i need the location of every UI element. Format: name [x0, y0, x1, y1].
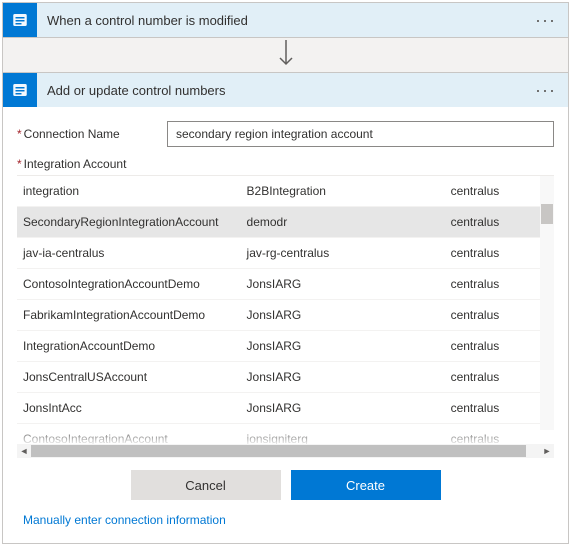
action-menu-icon[interactable]: ··· [531, 83, 560, 97]
vertical-scrollbar-thumb[interactable] [541, 204, 553, 224]
cell-resource-group: JonsIARG [243, 300, 447, 331]
cell-location: centralus [447, 269, 554, 300]
table-row[interactable]: JonsCentralUSAccountJonsIARGcentralus [17, 362, 554, 393]
integration-account-table-wrap: integrationB2BIntegrationcentralusSecond… [17, 175, 554, 458]
cell-resource-group: JonsIARG [243, 362, 447, 393]
cell-name: JonsIntAcc [17, 393, 243, 424]
cell-location: centralus [447, 238, 554, 269]
cell-resource-group: jonsigniterg [243, 424, 447, 445]
cell-location: centralus [447, 424, 554, 445]
action-connector-icon [3, 73, 37, 107]
connection-name-label: *Connection Name [17, 127, 167, 141]
action-title: Add or update control numbers [47, 83, 531, 98]
link-row: Manually enter connection information [17, 510, 554, 533]
action-header[interactable]: Add or update control numbers ··· [3, 73, 568, 107]
create-button[interactable]: Create [291, 470, 441, 500]
cell-name: FabrikamIntegrationAccountDemo [17, 300, 243, 331]
trigger-card: When a control number is modified ··· [2, 2, 569, 38]
trigger-connector-icon [3, 3, 37, 37]
button-row: Cancel Create [17, 458, 554, 510]
cell-name: ContosoIntegrationAccount [17, 424, 243, 445]
integration-account-picker[interactable]: integrationB2BIntegrationcentralusSecond… [17, 176, 554, 444]
cell-name: JonsCentralUSAccount [17, 362, 243, 393]
table-row[interactable]: jav-ia-centralusjav-rg-centraluscentralu… [17, 238, 554, 269]
horizontal-scrollbar-thumb[interactable] [31, 445, 526, 457]
table-row[interactable]: IntegrationAccountDemoJonsIARGcentralus [17, 331, 554, 362]
cell-resource-group: JonsIARG [243, 269, 447, 300]
trigger-menu-icon[interactable]: ··· [531, 13, 560, 27]
action-card: Add or update control numbers ··· *Conne… [2, 72, 569, 544]
integration-account-table: integrationB2BIntegrationcentralusSecond… [17, 176, 554, 444]
scroll-right-icon[interactable]: ► [540, 444, 554, 458]
integration-account-label: *Integration Account [17, 157, 554, 171]
cell-location: centralus [447, 300, 554, 331]
vertical-scrollbar[interactable] [540, 176, 554, 430]
cell-resource-group: B2BIntegration [243, 176, 447, 207]
table-row[interactable]: SecondaryRegionIntegrationAccountdemodrc… [17, 207, 554, 238]
flow-connector [2, 38, 569, 72]
cell-name: integration [17, 176, 243, 207]
cell-location: centralus [447, 362, 554, 393]
cell-location: centralus [447, 207, 554, 238]
cancel-button[interactable]: Cancel [131, 470, 281, 500]
cell-name: SecondaryRegionIntegrationAccount [17, 207, 243, 238]
table-row[interactable]: FabrikamIntegrationAccountDemoJonsIARGce… [17, 300, 554, 331]
table-row[interactable]: integrationB2BIntegrationcentralus [17, 176, 554, 207]
cell-resource-group: jav-rg-centralus [243, 238, 447, 269]
cell-resource-group: JonsIARG [243, 393, 447, 424]
connection-name-input[interactable] [167, 121, 554, 147]
table-row[interactable]: ContosoIntegrationAccountjonsignitergcen… [17, 424, 554, 445]
connection-name-row: *Connection Name [17, 121, 554, 147]
cell-name: IntegrationAccountDemo [17, 331, 243, 362]
cell-resource-group: demodr [243, 207, 447, 238]
cell-resource-group: JonsIARG [243, 331, 447, 362]
table-row[interactable]: JonsIntAccJonsIARGcentralus [17, 393, 554, 424]
cell-location: centralus [447, 393, 554, 424]
horizontal-scrollbar[interactable]: ◄ ► [17, 444, 554, 458]
cell-location: centralus [447, 331, 554, 362]
cell-location: centralus [447, 176, 554, 207]
scroll-left-icon[interactable]: ◄ [17, 444, 31, 458]
table-row[interactable]: ContosoIntegrationAccountDemoJonsIARGcen… [17, 269, 554, 300]
cell-name: ContosoIntegrationAccountDemo [17, 269, 243, 300]
manual-entry-link[interactable]: Manually enter connection information [23, 513, 226, 527]
trigger-header[interactable]: When a control number is modified ··· [3, 3, 568, 37]
trigger-title: When a control number is modified [47, 13, 531, 28]
cell-name: jav-ia-centralus [17, 238, 243, 269]
action-body: *Connection Name *Integration Account in… [3, 107, 568, 543]
arrow-down-icon [278, 40, 294, 70]
